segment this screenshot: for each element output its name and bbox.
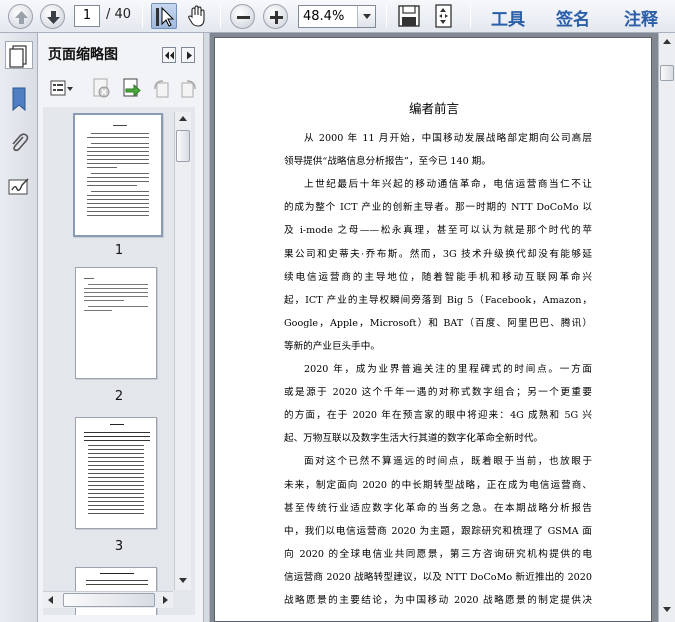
bookmark-icon: [12, 87, 26, 112]
hand-tool-button[interactable]: [184, 3, 210, 29]
previous-page-button[interactable]: [8, 4, 33, 29]
zoom-out-button[interactable]: [230, 4, 255, 29]
scrollbar-thumb[interactable]: [660, 65, 674, 81]
scroll-up-icon[interactable]: [663, 39, 671, 44]
next-page-button[interactable]: [40, 4, 65, 29]
thumbnail-page-3[interactable]: [75, 417, 157, 529]
document-title: 编者前言: [408, 101, 459, 116]
hand-icon: [188, 5, 205, 27]
toolbar-divider: [142, 5, 143, 28]
scroll-right-icon[interactable]: [163, 596, 168, 604]
toolbar-divider: [386, 5, 387, 28]
toolbar-divider: [220, 5, 221, 28]
document-line: 等新的产业巨头手中。: [284, 340, 380, 352]
scroll-down-icon[interactable]: [179, 578, 187, 583]
delete-page-button[interactable]: [88, 77, 114, 99]
document-line: 中，我们以电信运营商 2020 为主题，跟踪研究和梳理了 GSMA 面: [284, 525, 592, 537]
document-line: 未来，制定面向 2020 的中长期转型战略，正在成为电信运营商、: [284, 479, 592, 491]
rotate-clockwise-button[interactable]: [176, 77, 202, 99]
document-line: 面对这个已然不算遥远的时间点，既着眼于当前，也放眼于: [304, 456, 592, 468]
zoom-in-button[interactable]: [263, 4, 288, 29]
document-line: 的方面，在于 2020 年在预言家的眼中将迎来：4G 成熟和 5G 兴: [284, 410, 592, 422]
scroll-down-icon[interactable]: [663, 607, 671, 612]
thumbnail-options-button[interactable]: [48, 77, 74, 99]
scroll-left-icon[interactable]: [48, 596, 53, 604]
signatures-button[interactable]: [5, 173, 33, 201]
navigation-strip: [0, 33, 38, 622]
document-line: Google，Apple，Microsoft）和 BAT（百度、阿里巴巴、腾讯）: [284, 317, 592, 329]
document-line: 领导提供“战略信息分析报告”，至今已 140 期。: [284, 156, 491, 168]
document-line: 或是源于 2020 这个千年一遇的对称式数字组合；另一个更重要: [284, 387, 592, 399]
signature-icon: [8, 178, 29, 195]
document-line: 起、万物互联以及数字生活大行其道的数字化革命全新时代。: [284, 433, 544, 445]
down-arrow-icon: [47, 11, 60, 24]
document-line: 战略愿景的主要结论，为中国移动 2020 战略愿景的制定提供决: [284, 595, 592, 606]
select-tool-button[interactable]: [151, 3, 177, 29]
document-line: 从 2000 年 11 月开始，中国移动发展战略部定期向公司高层: [304, 133, 592, 144]
document-line: 2020 年，成为业界普遍关注的里程碑式的时间点。一方面: [304, 364, 592, 375]
panel-splitter[interactable]: [203, 33, 210, 622]
chevron-right-icon: [187, 51, 192, 60]
thumbnails-toolbar: [38, 75, 203, 103]
insert-page-button[interactable]: [118, 77, 144, 99]
save-button[interactable]: [396, 3, 422, 29]
fit-page-button[interactable]: [430, 3, 456, 29]
zoom-select[interactable]: 48.4%: [298, 5, 376, 28]
document-line: 向 2020 的全球电信业共同愿景，第三方咨询研究机构提供的电: [284, 548, 592, 560]
page-number-input[interactable]: 1: [74, 5, 100, 27]
document-page: 编者前言 从 2000 年 11 月开始，中国移动发展战略部定期向公司高层领导提…: [214, 37, 652, 622]
document-line: 上世纪最后十年兴起的移动通信革命，电信运营商当仁不让: [304, 179, 592, 191]
rotate-cw-icon: [181, 80, 196, 98]
toolbar-divider: [470, 5, 471, 28]
document-view: 编者前言 从 2000 年 11 月开始，中国移动发展战略部定期向公司高层领导提…: [210, 33, 658, 622]
select-cursor-icon: [156, 6, 175, 27]
chevron-down-icon[interactable]: [357, 6, 375, 27]
thumbnail-horizontal-scrollbar[interactable]: [43, 591, 173, 608]
thumbnail-number: 3: [114, 539, 124, 554]
fit-page-icon: [435, 4, 452, 28]
document-vertical-scrollbar[interactable]: [658, 33, 675, 622]
comment-menu[interactable]: 注释: [624, 5, 658, 30]
attachment-icon: [12, 133, 29, 152]
panel-next-button[interactable]: [181, 47, 195, 63]
scrollbar-thumb[interactable]: [63, 593, 155, 607]
document-line: 及 i-mode 之母——松永真理，甚至可以认为就是那个时代的苹: [284, 225, 592, 237]
thumbnail-page-1[interactable]: [73, 113, 163, 237]
scrollbar-thumb[interactable]: [176, 130, 190, 162]
document-line: 续电信运营商的主导地位，随着智能手机和移动互联网革命兴: [284, 271, 592, 283]
delete-page-icon: [93, 78, 110, 98]
save-icon: [398, 5, 420, 27]
options-icon: [50, 80, 73, 96]
collapse-panel-button[interactable]: [162, 47, 176, 63]
pages-icon: [9, 45, 27, 68]
insert-page-icon: [123, 78, 141, 98]
zoom-in-icon: [270, 11, 283, 24]
tools-menu[interactable]: 工具: [491, 5, 525, 30]
thumbnail-page-2[interactable]: [75, 267, 157, 379]
document-line: 果公司和史蒂夫·乔布斯。然而，3G 技术升级换代却没有能够延: [284, 248, 592, 260]
document-line: 甚至传统行业适应数字化革命的当务之急。在本期战略分析报告: [284, 502, 592, 514]
main-toolbar: 1 / 40 48.4% 工具 签名 注释: [0, 0, 675, 33]
thumbnail-number: 2: [114, 389, 124, 404]
scroll-up-icon[interactable]: [179, 116, 187, 121]
document-line: 信运营商 2020 战略转型建议，以及 NTT DoCoMo 新近推出的 202…: [284, 571, 592, 583]
sign-menu[interactable]: 签名: [556, 5, 590, 30]
rotate-counterclockwise-button[interactable]: [148, 77, 174, 99]
bookmarks-button[interactable]: [5, 85, 33, 113]
zoom-value: 48.4%: [303, 9, 345, 24]
page-thumbnails-button[interactable]: [5, 41, 33, 69]
thumbnail-list: 1 2 3: [43, 107, 195, 615]
thumbnails-header: 页面缩略图: [38, 38, 203, 66]
zoom-out-icon: [237, 16, 250, 19]
attachments-button[interactable]: [5, 129, 33, 157]
thumbnail-number: 1: [114, 243, 124, 258]
thumbnails-title: 页面缩略图: [48, 47, 118, 63]
page-total: / 40: [106, 7, 132, 22]
thumbnail-vertical-scrollbar[interactable]: [174, 112, 191, 590]
document-line: 起，ICT 产业的主导权瞬间旁落到 Big 5（Facebook，Amazon，: [284, 294, 592, 306]
up-arrow-icon: [15, 11, 28, 24]
document-line: 的成为整个 ICT 产业的创新主导者。那一时期的 NTT DoCoMo 以: [284, 202, 592, 214]
rotate-ccw-icon: [154, 80, 169, 98]
double-chevron-left-icon: [165, 51, 174, 60]
